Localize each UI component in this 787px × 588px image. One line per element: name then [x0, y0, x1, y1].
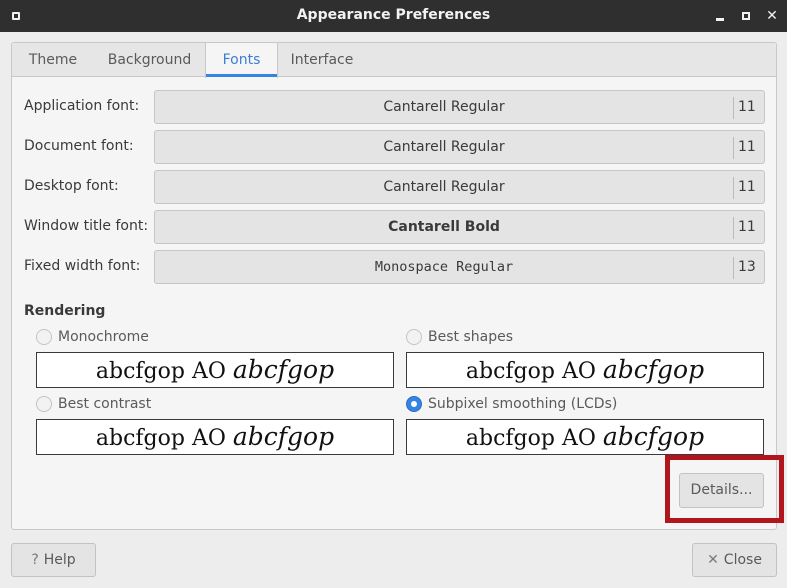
font-size-separator — [733, 177, 734, 199]
tab-fonts[interactable]: Fonts — [205, 43, 278, 78]
help-button[interactable]: ? Help — [11, 543, 96, 577]
close-button-label: Close — [723, 552, 762, 568]
preview-best-shapes: abcfgop AO abcfgop — [406, 352, 764, 388]
window-title: Appearance Preferences — [296, 7, 491, 23]
radio-label: Best contrast — [58, 396, 152, 412]
font-row-application: Application font: Cantarell Regular 11 — [24, 90, 765, 124]
maximize-icon[interactable] — [738, 8, 754, 24]
font-name: Cantarell Regular — [383, 179, 505, 195]
radio-circle-checked[interactable] — [406, 396, 422, 412]
preview-regular-text: abcfgop AO — [465, 359, 596, 384]
font-name: Cantarell Bold — [388, 219, 500, 235]
radio-circle[interactable] — [36, 396, 52, 412]
preview-best-contrast: abcfgop AO abcfgop — [36, 419, 394, 455]
application-font-button[interactable]: Cantarell Regular 11 — [154, 90, 765, 124]
font-row-document: Document font: Cantarell Regular 11 — [24, 130, 765, 164]
rendering-section-title: Rendering — [24, 303, 106, 319]
font-size-separator — [733, 217, 734, 239]
radio-monochrome[interactable]: Monochrome — [36, 327, 149, 347]
window-title-font-label: Window title font: — [24, 218, 149, 234]
font-size: 11 — [738, 219, 756, 235]
font-size: 11 — [738, 139, 756, 155]
preferences-notebook: Theme Background Fonts Interface Applica… — [11, 42, 777, 530]
minimize-icon[interactable] — [712, 8, 728, 24]
preview-regular-text: abcfgop AO — [95, 359, 226, 384]
document-font-label: Document font: — [24, 138, 134, 154]
font-size-separator — [733, 97, 734, 119]
radio-best-shapes[interactable]: Best shapes — [406, 327, 513, 347]
font-size: 11 — [738, 99, 756, 115]
window-title-font-button[interactable]: Cantarell Bold 11 — [154, 210, 765, 244]
radio-label: Subpixel smoothing (LCDs) — [428, 396, 618, 412]
radio-circle[interactable] — [406, 329, 422, 345]
radio-label: Monochrome — [58, 329, 149, 345]
font-row-desktop: Desktop font: Cantarell Regular 11 — [24, 170, 765, 204]
radio-subpixel-smoothing[interactable]: Subpixel smoothing (LCDs) — [406, 394, 617, 414]
tab-bar: Theme Background Fonts Interface — [12, 43, 776, 78]
radio-circle[interactable] — [36, 329, 52, 345]
font-size-separator — [733, 257, 734, 279]
fixed-width-font-label: Fixed width font: — [24, 258, 141, 274]
close-icon: ✕ — [707, 552, 719, 568]
preview-regular-text: abcfgop AO — [465, 426, 596, 451]
desktop-font-label: Desktop font: — [24, 178, 119, 194]
font-row-fixed-width: Fixed width font: Monospace Regular 13 — [24, 250, 765, 284]
tab-background[interactable]: Background — [94, 43, 205, 77]
close-window-icon[interactable]: ✕ — [764, 8, 780, 24]
details-button[interactable]: Details... — [679, 473, 764, 508]
font-size-separator — [733, 137, 734, 159]
preview-subpixel-smoothing: abcfgop AO abcfgop — [406, 419, 764, 455]
fixed-width-font-button[interactable]: Monospace Regular 13 — [154, 250, 765, 284]
window-titlebar: Appearance Preferences ✕ — [0, 0, 787, 32]
font-size: 11 — [738, 179, 756, 195]
preview-regular-text: abcfgop AO — [95, 426, 226, 451]
document-font-button[interactable]: Cantarell Regular 11 — [154, 130, 765, 164]
font-row-window-title: Window title font: Cantarell Bold 11 — [24, 210, 765, 244]
preview-italic-text: abcfgop — [602, 422, 705, 451]
radio-label: Best shapes — [428, 329, 513, 345]
preview-italic-text: abcfgop — [602, 355, 705, 384]
font-name: Cantarell Regular — [383, 139, 505, 155]
preview-italic-text: abcfgop — [232, 355, 335, 384]
tab-interface[interactable]: Interface — [278, 43, 366, 77]
font-size: 13 — [738, 259, 756, 275]
font-name: Monospace Regular — [374, 259, 514, 275]
preview-italic-text: abcfgop — [232, 422, 335, 451]
close-button[interactable]: ✕ Close — [692, 543, 777, 577]
help-button-label: Help — [43, 552, 76, 568]
help-icon: ? — [31, 552, 39, 568]
tab-theme[interactable]: Theme — [12, 43, 94, 77]
desktop-font-button[interactable]: Cantarell Regular 11 — [154, 170, 765, 204]
preview-monochrome: abcfgop AO abcfgop — [36, 352, 394, 388]
application-font-label: Application font: — [24, 98, 140, 114]
radio-best-contrast[interactable]: Best contrast — [36, 394, 151, 414]
font-name: Cantarell Regular — [383, 99, 505, 115]
